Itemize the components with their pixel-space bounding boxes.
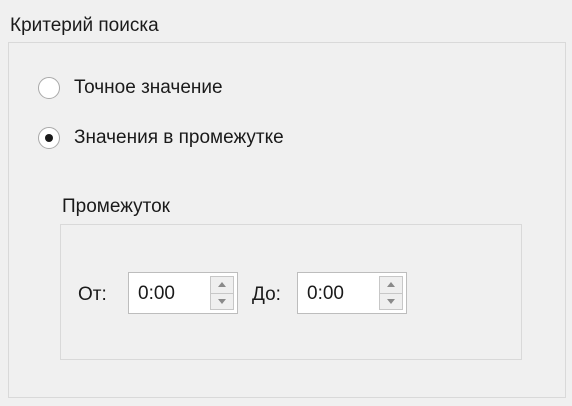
search-criteria-group-title: Критерий поиска <box>10 15 159 36</box>
from-time-increment-button[interactable] <box>210 276 234 294</box>
from-time-input[interactable] <box>138 282 200 306</box>
radio-range-values-indicator[interactable] <box>38 127 60 149</box>
chevron-up-icon <box>218 282 226 288</box>
from-time-spinbox[interactable] <box>128 272 238 314</box>
to-time-input[interactable] <box>307 282 369 306</box>
radio-exact-value-label: Точное значение <box>74 77 223 98</box>
to-label: До: <box>252 284 281 305</box>
radio-exact-value[interactable]: Точное значение <box>38 76 223 100</box>
to-time-spin-buttons <box>379 276 403 310</box>
radio-range-values-label: Значения в промежутке <box>74 127 284 148</box>
from-time-spin-buttons <box>210 276 234 310</box>
range-group-title: Промежуток <box>62 196 170 217</box>
from-label: От: <box>78 284 107 305</box>
radio-exact-value-indicator[interactable] <box>38 77 60 99</box>
to-time-increment-button[interactable] <box>379 276 403 294</box>
chevron-down-icon <box>218 298 226 304</box>
radio-range-values[interactable]: Значения в промежутке <box>38 126 284 150</box>
chevron-up-icon <box>387 282 395 288</box>
chevron-down-icon <box>387 298 395 304</box>
to-time-decrement-button[interactable] <box>379 293 403 310</box>
radio-selected-dot <box>45 134 53 142</box>
to-time-spinbox[interactable] <box>297 272 407 314</box>
from-time-decrement-button[interactable] <box>210 293 234 310</box>
